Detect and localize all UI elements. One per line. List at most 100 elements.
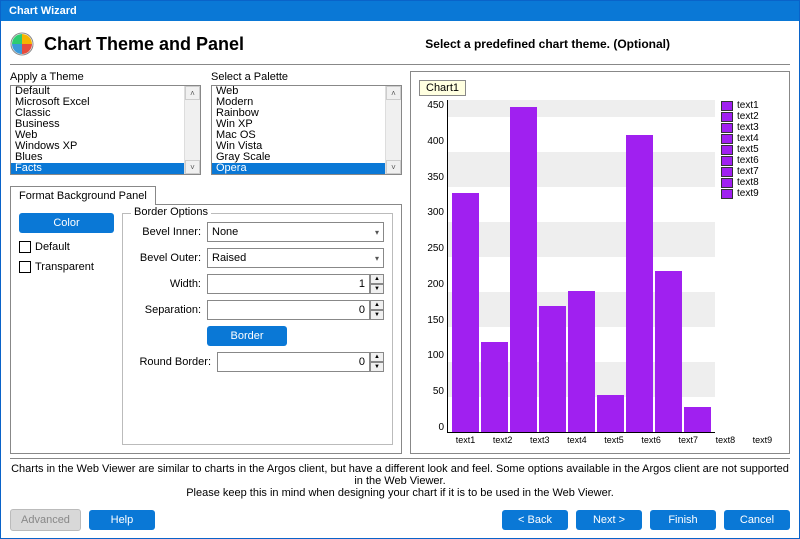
list-item[interactable]: Windows XP (11, 141, 184, 152)
format-panel: Color Default Transparent Border Options (10, 205, 402, 454)
spinner-up-icon[interactable]: ▲ (370, 274, 384, 284)
tab-row: Format Background Panel (10, 185, 402, 205)
width-stepper[interactable]: ▲ ▼ (207, 274, 384, 294)
footer-line2: Please keep this in mind when designing … (186, 487, 614, 499)
scroll-up-icon[interactable]: ˄ (185, 86, 200, 100)
x-tick: text8 (707, 435, 744, 445)
bevel-inner-value: None (212, 226, 238, 238)
x-tick: text5 (595, 435, 632, 445)
list-item[interactable]: Win Vista (212, 141, 385, 152)
spinner-down-icon[interactable]: ▼ (370, 284, 384, 294)
list-item[interactable]: Default (11, 86, 184, 97)
round-border-stepper[interactable]: ▲ ▼ (217, 352, 384, 372)
list-item[interactable]: Facts (11, 163, 184, 174)
legend-swatch-icon (721, 189, 733, 199)
legend-swatch-icon (721, 145, 733, 155)
chart-bar (626, 135, 653, 432)
y-tick: 300 (427, 207, 444, 218)
page-header: Chart Theme and Panel Select a predefine… (10, 26, 790, 65)
transparent-checkbox-row[interactable]: Transparent (19, 261, 114, 273)
spinner-down-icon[interactable]: ▼ (370, 362, 384, 372)
advanced-button: Advanced (10, 509, 81, 531)
button-bar: Advanced Help < Back Next > Finish Cance… (10, 503, 790, 533)
checkbox-icon[interactable] (19, 261, 31, 273)
chart-bar (510, 107, 537, 432)
spinner-down-icon[interactable]: ▼ (370, 310, 384, 320)
legend-label: text2 (737, 111, 759, 122)
legend-label: text3 (737, 122, 759, 133)
bevel-outer-select[interactable]: Raised ▾ (207, 248, 384, 268)
finish-button[interactable]: Finish (650, 510, 716, 530)
x-tick: text2 (484, 435, 521, 445)
theme-listbox[interactable]: DefaultMicrosoft ExcelClassicBusinessWeb… (11, 86, 184, 174)
panel-left-controls: Color Default Transparent (19, 213, 114, 445)
legend-item: text7 (721, 166, 781, 177)
legend-swatch-icon (721, 112, 733, 122)
list-item[interactable]: Business (11, 119, 184, 130)
width-input[interactable] (207, 274, 370, 294)
legend-item: text2 (721, 111, 781, 122)
y-tick: 0 (438, 422, 444, 433)
list-item[interactable]: Mac OS (212, 130, 385, 141)
list-item[interactable]: Opera (212, 163, 385, 174)
legend-item: text5 (721, 144, 781, 155)
left-panel: Apply a Theme DefaultMicrosoft ExcelClas… (10, 71, 410, 454)
list-item[interactable]: Web (212, 86, 385, 97)
chart-bar (684, 407, 711, 432)
separation-stepper[interactable]: ▲ ▼ (207, 300, 384, 320)
chart-row: 450400350300250200150100500 text1text2te… (419, 100, 781, 433)
palette-list-frame: WebModernRainbowWin XPMac OSWin VistaGra… (211, 85, 402, 175)
legend-item: text4 (721, 133, 781, 144)
spinner-up-icon[interactable]: ▲ (370, 300, 384, 310)
legend-swatch-icon (721, 167, 733, 177)
y-tick: 150 (427, 315, 444, 326)
page-title: Chart Theme and Panel (44, 34, 244, 55)
transparent-checkbox-label: Transparent (35, 261, 94, 273)
window-content: Chart Theme and Panel Select a predefine… (1, 21, 799, 538)
legend-swatch-icon (721, 134, 733, 144)
palette-listbox[interactable]: WebModernRainbowWin XPMac OSWin VistaGra… (212, 86, 385, 174)
list-item[interactable]: Microsoft Excel (11, 97, 184, 108)
back-button[interactable]: < Back (502, 510, 568, 530)
list-item[interactable]: Modern (212, 97, 385, 108)
footer-note: Charts in the Web Viewer are similar to … (10, 458, 790, 503)
bevel-inner-select[interactable]: None ▾ (207, 222, 384, 242)
list-item[interactable]: Rainbow (212, 108, 385, 119)
default-checkbox-row[interactable]: Default (19, 241, 114, 253)
x-tick: text1 (447, 435, 484, 445)
list-item[interactable]: Blues (11, 152, 184, 163)
tab-format-background[interactable]: Format Background Panel (10, 186, 156, 205)
border-button[interactable]: Border (207, 326, 287, 346)
palette-scrollbar[interactable]: ˄ ˅ (385, 86, 401, 174)
chart-legend: text1text2text3text4text5text6text7text8… (721, 100, 781, 433)
next-button[interactable]: Next > (576, 510, 642, 530)
chevron-down-icon: ▾ (375, 254, 379, 263)
chart-wizard-window: Chart Wizard Chart Theme and Panel Selec… (0, 0, 800, 539)
chevron-down-icon: ▾ (375, 228, 379, 237)
scroll-up-icon[interactable]: ˄ (386, 86, 401, 100)
legend-item: text9 (721, 188, 781, 199)
legend-label: text5 (737, 144, 759, 155)
round-border-input[interactable] (217, 352, 370, 372)
list-item[interactable]: Gray Scale (212, 152, 385, 163)
cancel-button[interactable]: Cancel (724, 510, 790, 530)
y-tick: 200 (427, 279, 444, 290)
scroll-down-icon[interactable]: ˅ (386, 160, 401, 174)
list-item[interactable]: Classic (11, 108, 184, 119)
help-button[interactable]: Help (89, 510, 155, 530)
y-tick: 250 (427, 243, 444, 254)
checkbox-icon[interactable] (19, 241, 31, 253)
color-button[interactable]: Color (19, 213, 114, 233)
bevel-outer-value: Raised (212, 252, 246, 264)
bevel-outer-label: Bevel Outer: (131, 252, 201, 264)
scroll-down-icon[interactable]: ˅ (185, 160, 200, 174)
theme-scrollbar[interactable]: ˄ ˅ (184, 86, 200, 174)
spinner-up-icon[interactable]: ▲ (370, 352, 384, 362)
chart-title: Chart1 (419, 80, 466, 96)
chart-area: 450400350300250200150100500 (419, 100, 715, 433)
list-item[interactable]: Win XP (212, 119, 385, 130)
round-border-label: Round Border: (131, 356, 211, 368)
list-item[interactable]: Web (11, 130, 184, 141)
separation-input[interactable] (207, 300, 370, 320)
chart-bar (452, 193, 479, 432)
